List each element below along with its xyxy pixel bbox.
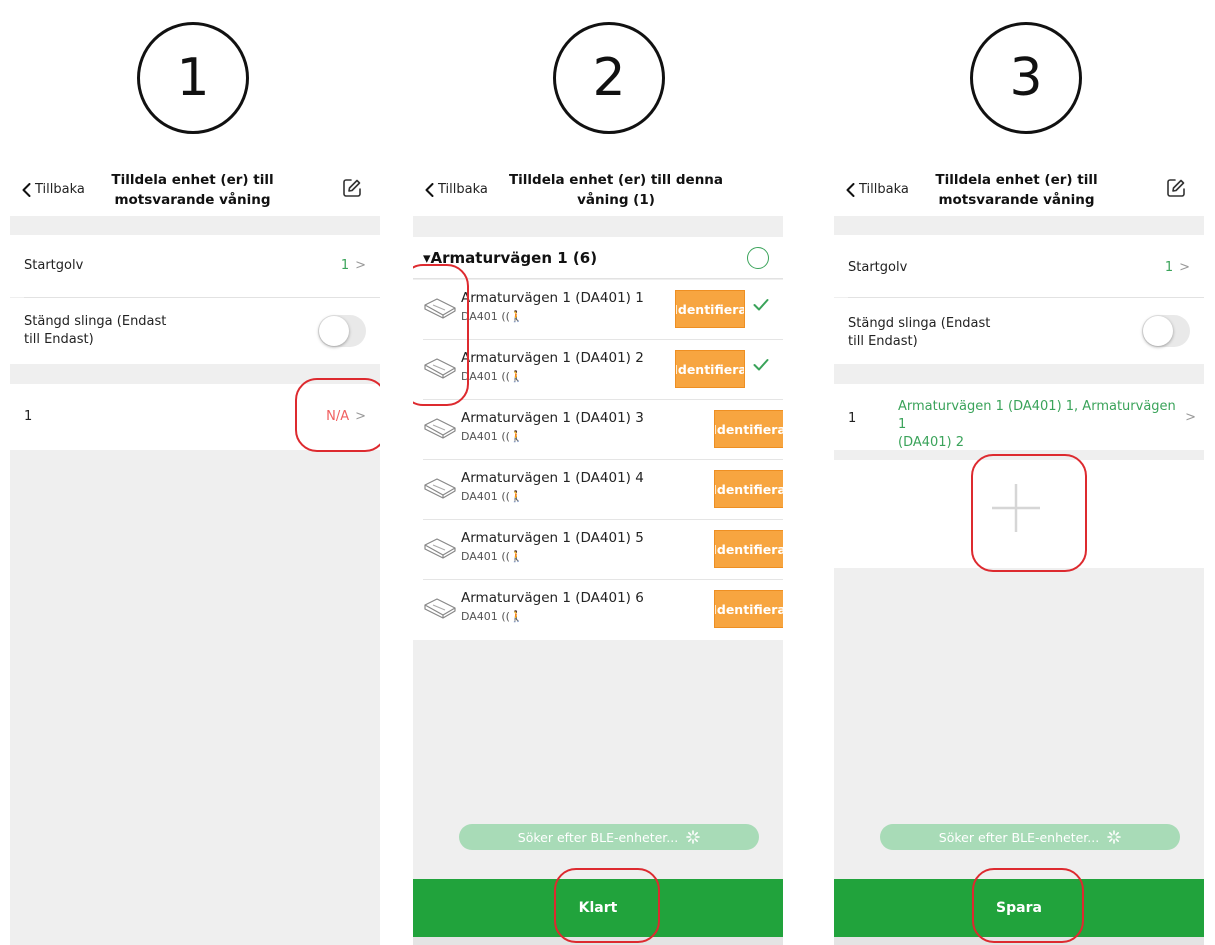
light-fixture-icon bbox=[424, 478, 456, 499]
device-name: Armaturvägen 1 (DA401) 6 bbox=[461, 590, 644, 606]
closed-loop-row: Stängd slinga (Endast till Endast) bbox=[10, 298, 380, 364]
floor-assignment-value: Armaturvägen 1 (DA401) 1, Armaturvägen 1… bbox=[898, 399, 1176, 450]
light-fixture-icon bbox=[424, 418, 456, 439]
step-1-number: 1 bbox=[137, 22, 249, 134]
motion-sensor-icon: ((🚶 bbox=[501, 550, 524, 563]
floor-number: 1 bbox=[24, 409, 33, 424]
closed-loop-label: Stängd slinga (Endast till Endast) bbox=[24, 314, 167, 347]
edit-icon[interactable] bbox=[342, 178, 362, 198]
loading-spinner-icon bbox=[686, 830, 701, 844]
motion-sensor-icon: ((🚶 bbox=[501, 430, 524, 443]
chevron-right-icon: > bbox=[1185, 410, 1196, 425]
start-floor-row[interactable]: Startgolv 1 > bbox=[834, 235, 1204, 297]
step-2-number: 2 bbox=[553, 22, 665, 134]
device-model: DA401 ((🚶 bbox=[461, 370, 524, 383]
start-floor-row[interactable]: Startgolv 1 > bbox=[10, 235, 380, 297]
chevron-right-icon: > bbox=[355, 258, 366, 273]
highlight-done-button bbox=[554, 868, 660, 943]
step-3-number: 3 bbox=[970, 22, 1082, 134]
motion-sensor-icon: ((🚶 bbox=[501, 490, 524, 503]
closed-loop-row: Stängd slinga (Endast till Endast) bbox=[834, 298, 1204, 364]
nav-bar: Tillbaka Tilldela enhet (er) till motsva… bbox=[10, 162, 380, 216]
edit-icon[interactable] bbox=[1166, 178, 1186, 198]
identify-button[interactable]: Identifiera bbox=[675, 350, 745, 388]
loading-spinner-icon bbox=[1107, 830, 1122, 844]
start-floor-value: 1 > bbox=[340, 258, 366, 273]
page-title: Tilldela enhet (er) till motsvarande vån… bbox=[111, 172, 274, 208]
back-label: Tillbaka bbox=[35, 182, 85, 197]
check-icon bbox=[753, 359, 769, 371]
floor-number: 1 bbox=[848, 411, 857, 426]
back-label: Tillbaka bbox=[438, 182, 488, 197]
light-fixture-icon bbox=[424, 598, 456, 619]
highlight-add bbox=[971, 454, 1087, 572]
start-floor-label: Startgolv bbox=[24, 258, 84, 273]
ble-scan-status: Söker efter BLE-enheter... bbox=[880, 824, 1180, 850]
motion-sensor-icon: ((🚶 bbox=[501, 310, 524, 323]
closed-loop-label: Stängd slinga (Endast till Endast) bbox=[848, 316, 991, 349]
closed-loop-toggle[interactable] bbox=[318, 315, 366, 347]
motion-sensor-icon: ((🚶 bbox=[501, 610, 524, 623]
back-button[interactable]: Tillbaka bbox=[846, 182, 909, 197]
check-icon bbox=[753, 299, 769, 311]
device-model: DA401 ((🚶 bbox=[461, 610, 524, 623]
highlight-selected-devices bbox=[413, 264, 469, 406]
chevron-left-icon bbox=[846, 182, 855, 197]
list-item[interactable]: Armaturvägen 1 (DA401) 3 DA401 ((🚶 Ident… bbox=[413, 400, 783, 460]
identify-button[interactable]: Identifiera bbox=[714, 530, 783, 568]
highlight-na bbox=[295, 378, 380, 452]
device-name: Armaturvägen 1 (DA401) 3 bbox=[461, 410, 644, 426]
back-button[interactable]: Tillbaka bbox=[425, 182, 488, 197]
screen-2: Tillbaka Tilldela enhet (er) till denna … bbox=[413, 162, 783, 945]
device-model: DA401 ((🚶 bbox=[461, 490, 524, 503]
light-fixture-icon bbox=[424, 538, 456, 559]
list-item[interactable]: Armaturvägen 1 (DA401) 5 DA401 ((🚶 Ident… bbox=[413, 520, 783, 580]
back-button[interactable]: Tillbaka bbox=[22, 182, 85, 197]
chevron-left-icon bbox=[22, 182, 31, 197]
closed-loop-toggle[interactable] bbox=[1142, 315, 1190, 347]
screen-3: Tillbaka Tilldela enhet (er) till motsva… bbox=[834, 162, 1204, 945]
select-all-circle-icon[interactable] bbox=[747, 247, 769, 269]
nav-bar: Tillbaka Tilldela enhet (er) till denna … bbox=[413, 162, 783, 216]
motion-sensor-icon: ((🚶 bbox=[501, 370, 524, 383]
chevron-right-icon: > bbox=[1179, 260, 1190, 275]
floor-row[interactable]: 1 Armaturvägen 1 (DA401) 1, Armaturvägen… bbox=[834, 384, 1204, 450]
start-floor-label: Startgolv bbox=[848, 260, 908, 275]
device-model: DA401 ((🚶 bbox=[461, 310, 524, 323]
device-name: Armaturvägen 1 (DA401) 4 bbox=[461, 470, 644, 486]
chevron-left-icon bbox=[425, 182, 434, 197]
nav-bar: Tillbaka Tilldela enhet (er) till motsva… bbox=[834, 162, 1204, 216]
identify-button[interactable]: Identifiera bbox=[714, 590, 783, 628]
list-item[interactable]: Armaturvägen 1 (DA401) 6 DA401 ((🚶 Ident… bbox=[413, 580, 783, 640]
device-name: Armaturvägen 1 (DA401) 1 bbox=[461, 290, 644, 306]
identify-button[interactable]: Identifiera bbox=[714, 470, 783, 508]
identify-button[interactable]: Identifiera bbox=[675, 290, 745, 328]
ble-scan-status: Söker efter BLE-enheter... bbox=[459, 824, 759, 850]
device-name: Armaturvägen 1 (DA401) 5 bbox=[461, 530, 644, 546]
highlight-save-button bbox=[972, 868, 1084, 943]
list-item[interactable]: Armaturvägen 1 (DA401) 4 DA401 ((🚶 Ident… bbox=[413, 460, 783, 520]
back-label: Tillbaka bbox=[859, 182, 909, 197]
page-title: Tilldela enhet (er) till denna våning (1… bbox=[508, 172, 724, 208]
device-model: DA401 ((🚶 bbox=[461, 430, 524, 443]
group-header[interactable]: ▾Armaturvägen 1 (6) bbox=[413, 237, 783, 279]
device-model: DA401 ((🚶 bbox=[461, 550, 524, 563]
device-name: Armaturvägen 1 (DA401) 2 bbox=[461, 350, 644, 366]
screen-1: Tillbaka Tilldela enhet (er) till motsva… bbox=[10, 162, 380, 945]
page-title: Tilldela enhet (er) till motsvarande vån… bbox=[935, 172, 1098, 208]
identify-button[interactable]: Identifiera bbox=[714, 410, 783, 448]
start-floor-value: 1 > bbox=[1164, 260, 1190, 275]
